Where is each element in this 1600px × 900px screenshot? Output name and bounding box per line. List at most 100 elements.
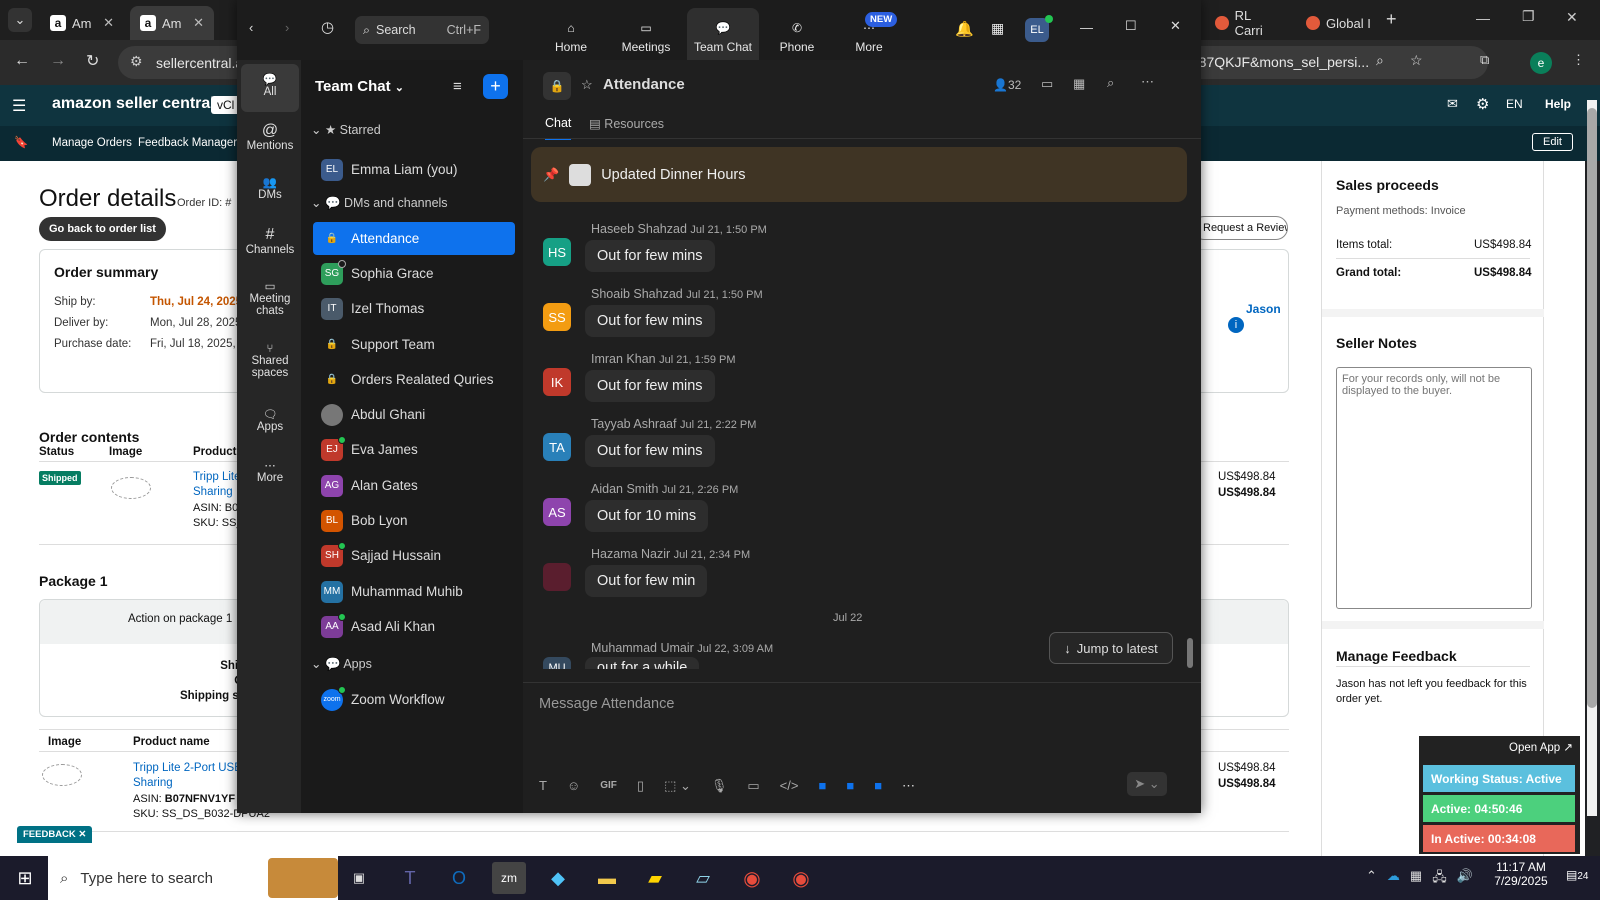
- gif-icon[interactable]: GIF: [600, 780, 617, 794]
- bell-icon[interactable]: 🔔: [955, 20, 974, 38]
- mail-icon[interactable]: ✉: [1447, 96, 1458, 112]
- brand-logo[interactable]: amazon seller central: [52, 95, 215, 113]
- app-icon[interactable]: ■: [846, 778, 854, 794]
- notification-icon[interactable]: ▤24: [1566, 868, 1588, 882]
- edit-nav-button[interactable]: Edit: [1532, 133, 1573, 151]
- chrome-icon[interactable]: ◉: [735, 862, 769, 894]
- tab-chat[interactable]: Chat: [545, 116, 572, 140]
- info-icon[interactable]: i: [1228, 317, 1244, 333]
- chrome-icon[interactable]: ◉: [784, 862, 818, 894]
- site-info-icon[interactable]: ⚙: [130, 53, 143, 70]
- network-icon[interactable]: 🖧: [1432, 868, 1447, 890]
- settings-gear-icon[interactable]: ⚙: [1476, 95, 1489, 113]
- message-bubble[interactable]: Out for few mins: [585, 240, 715, 272]
- close-window-button[interactable]: ✕: [1566, 9, 1578, 26]
- seller-notes-input[interactable]: [1336, 367, 1532, 609]
- send-button[interactable]: ➤ ⌄: [1127, 772, 1167, 796]
- app-zoom-workflow[interactable]: zoom Zoom Workflow: [313, 683, 515, 716]
- restore-button[interactable]: ❐: [1522, 8, 1535, 25]
- tab-phone[interactable]: ✆ Phone: [761, 8, 833, 60]
- calendar-icon[interactable]: ▦: [991, 20, 1004, 37]
- message-avatar[interactable]: TA: [543, 433, 571, 461]
- message-bubble[interactable]: Out for few min: [585, 565, 708, 597]
- open-app-link[interactable]: Open App ↗: [1509, 740, 1573, 754]
- file-explorer-icon[interactable]: ▬: [590, 862, 624, 894]
- sticky-notes-icon[interactable]: ▰: [638, 862, 672, 894]
- team-chat-dropdown[interactable]: Team Chat ⌄: [315, 78, 404, 95]
- product-link[interactable]: Tripp Lite: [193, 471, 241, 483]
- tab-home[interactable]: ⌂ Home: [535, 8, 607, 60]
- message-sender[interactable]: Aidan Smith: [591, 482, 658, 496]
- clock[interactable]: 11:17 AM 7/29/2025: [1480, 860, 1562, 888]
- chat-scrollbar-thumb[interactable]: [1187, 638, 1193, 668]
- dms-channels-section-toggle[interactable]: ⌄ 💬 DMs and channels: [311, 195, 448, 211]
- app-icon[interactable]: ◆: [541, 862, 575, 894]
- back-icon[interactable]: ←: [14, 52, 30, 70]
- code-icon[interactable]: </>: [780, 778, 799, 794]
- maximize-button[interactable]: ☐: [1125, 18, 1137, 34]
- members-count[interactable]: 👤32: [993, 78, 1021, 92]
- browser-tab-active[interactable]: a Am ✕: [130, 6, 214, 40]
- extensions-icon[interactable]: ⧉: [1480, 52, 1489, 68]
- message-bubble[interactable]: Out for few mins: [585, 435, 715, 467]
- tab-team-chat[interactable]: 💬 Team Chat: [687, 8, 759, 60]
- store-switcher[interactable]: vCl: [211, 96, 241, 114]
- calendar-icon[interactable]: ▦: [1073, 76, 1085, 92]
- message-bubble[interactable]: Out for 10 mins: [585, 500, 709, 532]
- microphone-icon[interactable]: 🎙: [711, 778, 728, 794]
- app-icon[interactable]: ■: [818, 778, 826, 794]
- file-icon[interactable]: ▯: [637, 778, 644, 794]
- close-icon[interactable]: ✕: [103, 15, 114, 31]
- rail-meeting-chats[interactable]: ▭ Meeting chats: [241, 279, 299, 317]
- zoom-taskbar-icon[interactable]: zm: [492, 862, 526, 894]
- message-avatar[interactable]: AS: [543, 498, 571, 526]
- menu-icon[interactable]: ⋮: [1572, 52, 1585, 68]
- channel-support-team[interactable]: 🔒 Support Team: [313, 328, 515, 361]
- channel-orders-realated-quries[interactable]: 🔒 Orders Realated Quries: [313, 363, 515, 396]
- product-thumbnail[interactable]: [42, 764, 82, 786]
- starred-section-toggle[interactable]: ⌄ ★ Starred: [311, 122, 381, 137]
- dm-sajjad-hussain[interactable]: SH Sajjad Hussain: [313, 539, 515, 572]
- rail-more[interactable]: ⋯ More: [241, 458, 299, 484]
- dm-sophia-grace[interactable]: SG Sophia Grace: [313, 257, 515, 290]
- scrollbar-thumb[interactable]: [1587, 108, 1597, 708]
- rail-mentions[interactable]: @ Mentions: [241, 122, 299, 152]
- nav-manage-orders[interactable]: Manage Orders: [52, 137, 132, 149]
- history-icon[interactable]: ◷: [321, 18, 334, 36]
- app-tray-icon[interactable]: ▦: [1410, 868, 1422, 890]
- channel-title[interactable]: Attendance: [603, 76, 685, 93]
- browser-tab[interactable]: a Am ✕: [40, 6, 124, 40]
- bookmark-icon[interactable]: 🔖: [14, 135, 28, 149]
- message-sender[interactable]: Haseeb Shahzad: [591, 222, 687, 236]
- product-name-link[interactable]: Tripp Lite 2-Port USB: [133, 762, 242, 774]
- buyer-name-link[interactable]: Jason: [1246, 302, 1281, 316]
- message-avatar[interactable]: HS: [543, 238, 571, 266]
- message-avatar[interactable]: [543, 563, 571, 591]
- rail-all[interactable]: 💬 All: [241, 64, 299, 112]
- message-avatar[interactable]: IK: [543, 368, 571, 396]
- message-input[interactable]: Message Attendance: [523, 688, 1201, 744]
- feedback-tab[interactable]: FEEDBACK ✕: [17, 826, 93, 843]
- jump-to-latest-button[interactable]: ↓ Jump to latest: [1049, 632, 1173, 664]
- outlook-icon[interactable]: O: [442, 862, 476, 894]
- reload-icon[interactable]: ↻: [86, 51, 99, 71]
- language-select[interactable]: EN: [1506, 97, 1523, 111]
- message-sender[interactable]: Hazama Nazir: [591, 547, 670, 561]
- search-input[interactable]: ⌕ Search Ctrl+F: [355, 16, 489, 44]
- tab-resources[interactable]: ▤ Resources: [589, 116, 664, 131]
- filter-icon[interactable]: ≡: [453, 78, 462, 95]
- minimize-button[interactable]: —: [1080, 20, 1093, 35]
- close-button[interactable]: ✕: [1170, 18, 1181, 34]
- channel-attendance[interactable]: 🔒 Attendance: [313, 222, 515, 255]
- rail-shared-spaces[interactable]: ⑂ Shared spaces: [241, 343, 299, 379]
- task-view-icon[interactable]: ▣: [342, 862, 376, 894]
- more-options-icon[interactable]: ⋯: [1141, 74, 1154, 90]
- rail-apps[interactable]: 🗨 Apps: [241, 407, 299, 433]
- apps-section-toggle[interactable]: ⌄ 💬 Apps: [311, 656, 372, 672]
- dm-abdul-ghani[interactable]: Abdul Ghani: [313, 398, 515, 431]
- nav-feedback-manager[interactable]: Feedback Manager: [138, 137, 237, 149]
- search-icon[interactable]: ⌕: [1107, 75, 1114, 91]
- video-icon[interactable]: ▭: [1041, 76, 1053, 92]
- bookmark-star-icon[interactable]: ☆: [1410, 52, 1423, 69]
- browser-tab[interactable]: Global I: [1296, 6, 1382, 40]
